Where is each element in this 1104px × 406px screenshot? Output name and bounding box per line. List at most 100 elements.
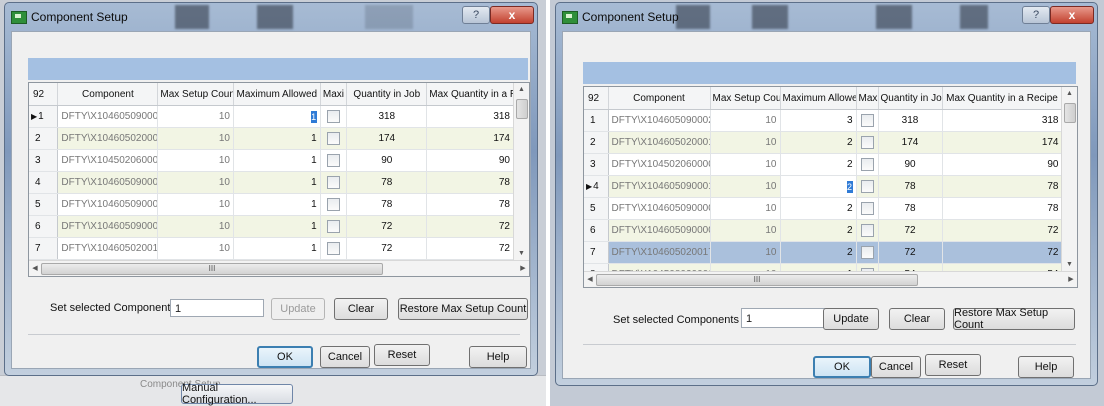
help-title-button[interactable]: ?	[1022, 6, 1050, 24]
column-header-max-setup-count[interactable]: Max Setup Count	[710, 87, 781, 110]
max-setup-count-cell[interactable]: 10	[157, 193, 234, 216]
maximum-allowed-cell[interactable]: 2	[780, 197, 857, 220]
components-grid[interactable]: 92 Component Max Setup Count Maximum All…	[28, 82, 530, 277]
table-row[interactable]: 7 DFTY\X1046050200172 10 2 72 72	[584, 241, 1063, 264]
maximum-allowed-cell[interactable]: 1	[233, 171, 321, 194]
editing-value[interactable]: 1	[310, 110, 317, 123]
maximum-allowed-cell[interactable]: 2	[780, 241, 857, 264]
component-cell[interactable]: DFTY\X1045020600008	[57, 149, 159, 172]
component-cell[interactable]: DFTY\X1046050900001	[57, 193, 159, 216]
table-row[interactable]: ▶4 DFTY\X1046050900011 10 2 78 78	[584, 175, 1063, 198]
maxi-checkbox-cell[interactable]	[320, 215, 348, 238]
quantity-in-job-cell[interactable]: 72	[346, 237, 428, 260]
maxi-checkbox[interactable]	[326, 198, 340, 211]
set-selected-input[interactable]: 1	[170, 299, 264, 317]
scroll-up-icon[interactable]: ▲	[514, 83, 529, 97]
component-cell[interactable]: DFTY\X1046050900028	[57, 105, 159, 128]
max-setup-count-cell[interactable]: 10	[157, 105, 234, 128]
maximum-allowed-cell[interactable]: 1	[233, 105, 321, 128]
column-header-quantity-in-job[interactable]: Quantity in Job	[878, 87, 943, 110]
column-header-maximum-allowed[interactable]: Maximum Allowed	[233, 83, 321, 106]
maximum-allowed-cell[interactable]: 1	[233, 215, 321, 238]
maximum-allowed-cell[interactable]: 1	[233, 193, 321, 216]
ok-button[interactable]: OK	[257, 346, 313, 368]
help-title-button[interactable]: ?	[462, 6, 490, 24]
maxi-checkbox-cell[interactable]	[320, 193, 348, 216]
clear-button[interactable]: Clear	[334, 298, 388, 320]
quantity-in-job-cell[interactable]: 78	[878, 175, 943, 198]
component-cell[interactable]: DFTY\X1046050200014	[608, 131, 711, 154]
table-row[interactable]: 2 DFTY\X1046050200014 10 2 174 174	[584, 131, 1063, 154]
max-quantity-in-recipe-cell[interactable]: 72	[942, 241, 1063, 264]
cancel-button[interactable]: Cancel	[320, 346, 370, 368]
component-cell[interactable]: DFTY\X1045020600008	[608, 153, 711, 176]
quantity-in-job-cell[interactable]: 78	[878, 197, 943, 220]
max-setup-count-cell[interactable]: 10	[157, 171, 234, 194]
column-header-max-quantity-in-recipe[interactable]: Max Quantity in a Recipe	[942, 87, 1063, 110]
quantity-in-job-cell[interactable]: 174	[878, 131, 943, 154]
table-row[interactable]: 1 DFTY\X1046050900028 10 3 318 318	[584, 109, 1063, 132]
scroll-up-icon[interactable]: ▲	[1062, 87, 1077, 101]
maxi-checkbox[interactable]	[326, 176, 340, 189]
component-cell[interactable]: DFTY\X1046050900011	[608, 175, 711, 198]
manual-configuration-button[interactable]: Manual Configuration...	[181, 382, 293, 406]
scroll-down-icon[interactable]: ▼	[514, 247, 529, 261]
components-grid[interactable]: 92 Component Max Setup Count Maximum All…	[583, 86, 1078, 288]
vertical-scroll-thumb[interactable]	[1064, 103, 1076, 123]
maxi-checkbox-cell[interactable]	[320, 237, 348, 260]
max-setup-count-cell[interactable]: 10	[157, 127, 234, 150]
maxi-checkbox[interactable]	[860, 180, 874, 193]
horizontal-scroll-thumb[interactable]: III	[41, 263, 383, 275]
maxi-checkbox-cell[interactable]	[320, 149, 348, 172]
maximum-allowed-cell[interactable]: 1	[233, 237, 321, 260]
scroll-down-icon[interactable]: ▼	[1062, 258, 1077, 272]
grid-horizontal-scrollbar[interactable]: ◀ III ▶	[29, 260, 529, 276]
title-bar[interactable]: Component Setup ? x	[5, 3, 537, 31]
maxi-checkbox[interactable]	[326, 154, 340, 167]
maxi-checkbox[interactable]	[860, 246, 874, 259]
max-quantity-in-recipe-cell[interactable]: 318	[426, 105, 514, 128]
quantity-in-job-cell[interactable]: 72	[878, 219, 943, 242]
ok-button[interactable]: OK	[813, 356, 871, 378]
quantity-in-job-cell[interactable]: 90	[878, 153, 943, 176]
table-row[interactable]: 3DFTY\X1045020600008101 9090	[29, 149, 514, 172]
maxi-checkbox-cell[interactable]	[856, 197, 879, 220]
max-quantity-in-recipe-cell[interactable]: 72	[426, 237, 514, 260]
quantity-in-job-cell[interactable]: 318	[878, 109, 943, 132]
table-row[interactable]: 3 DFTY\X1045020600008 10 2 90 90	[584, 153, 1063, 176]
quantity-in-job-cell[interactable]: 318	[346, 105, 428, 128]
quantity-in-job-cell[interactable]: 174	[346, 127, 428, 150]
component-cell[interactable]: DFTY\X1046050900028	[608, 109, 711, 132]
maxi-checkbox[interactable]	[326, 220, 340, 233]
close-button[interactable]: x	[490, 6, 534, 24]
column-header-max-setup-count[interactable]: Max Setup Count	[157, 83, 234, 106]
maximum-allowed-cell[interactable]: 1	[233, 127, 321, 150]
quantity-in-job-cell[interactable]: 78	[346, 171, 428, 194]
restore-max-setup-count-button[interactable]: Restore Max Setup Count	[398, 298, 528, 320]
maxi-checkbox-cell[interactable]	[320, 171, 348, 194]
max-setup-count-cell[interactable]: 10	[710, 241, 781, 264]
max-setup-count-cell[interactable]: 10	[157, 237, 234, 260]
vertical-scroll-thumb[interactable]	[516, 99, 528, 119]
max-quantity-in-recipe-cell[interactable]: 78	[942, 197, 1063, 220]
table-row[interactable]: 2DFTY\X1046050200014101 174174	[29, 127, 514, 150]
quantity-in-job-cell[interactable]: 90	[346, 149, 428, 172]
column-header-quantity-in-job[interactable]: Quantity in Job	[346, 83, 428, 106]
table-row[interactable]: 6 DFTY\X1046050900003 10 2 72 72	[584, 219, 1063, 242]
help-button[interactable]: Help	[1018, 356, 1074, 378]
close-button[interactable]: x	[1050, 6, 1094, 24]
max-quantity-in-recipe-cell[interactable]: 174	[942, 131, 1063, 154]
table-row[interactable]: 7DFTY\X1046050200172101 7272	[29, 237, 514, 260]
max-quantity-in-recipe-cell[interactable]: 318	[942, 109, 1063, 132]
maximum-allowed-cell[interactable]: 2	[780, 175, 857, 198]
horizontal-scroll-thumb[interactable]: III	[596, 274, 918, 286]
editing-value[interactable]: 2	[846, 180, 853, 193]
scroll-right-icon[interactable]: ▶	[1065, 272, 1077, 287]
maximum-allowed-cell[interactable]: 2	[780, 219, 857, 242]
update-button[interactable]: Update	[271, 298, 325, 320]
max-setup-count-cell[interactable]: 10	[710, 219, 781, 242]
maximum-allowed-cell[interactable]: 1	[233, 149, 321, 172]
maxi-checkbox[interactable]	[860, 136, 874, 149]
column-header-maxi[interactable]: Maxi	[320, 83, 348, 106]
table-row[interactable]: 6DFTY\X1046050900003101 7272	[29, 215, 514, 238]
